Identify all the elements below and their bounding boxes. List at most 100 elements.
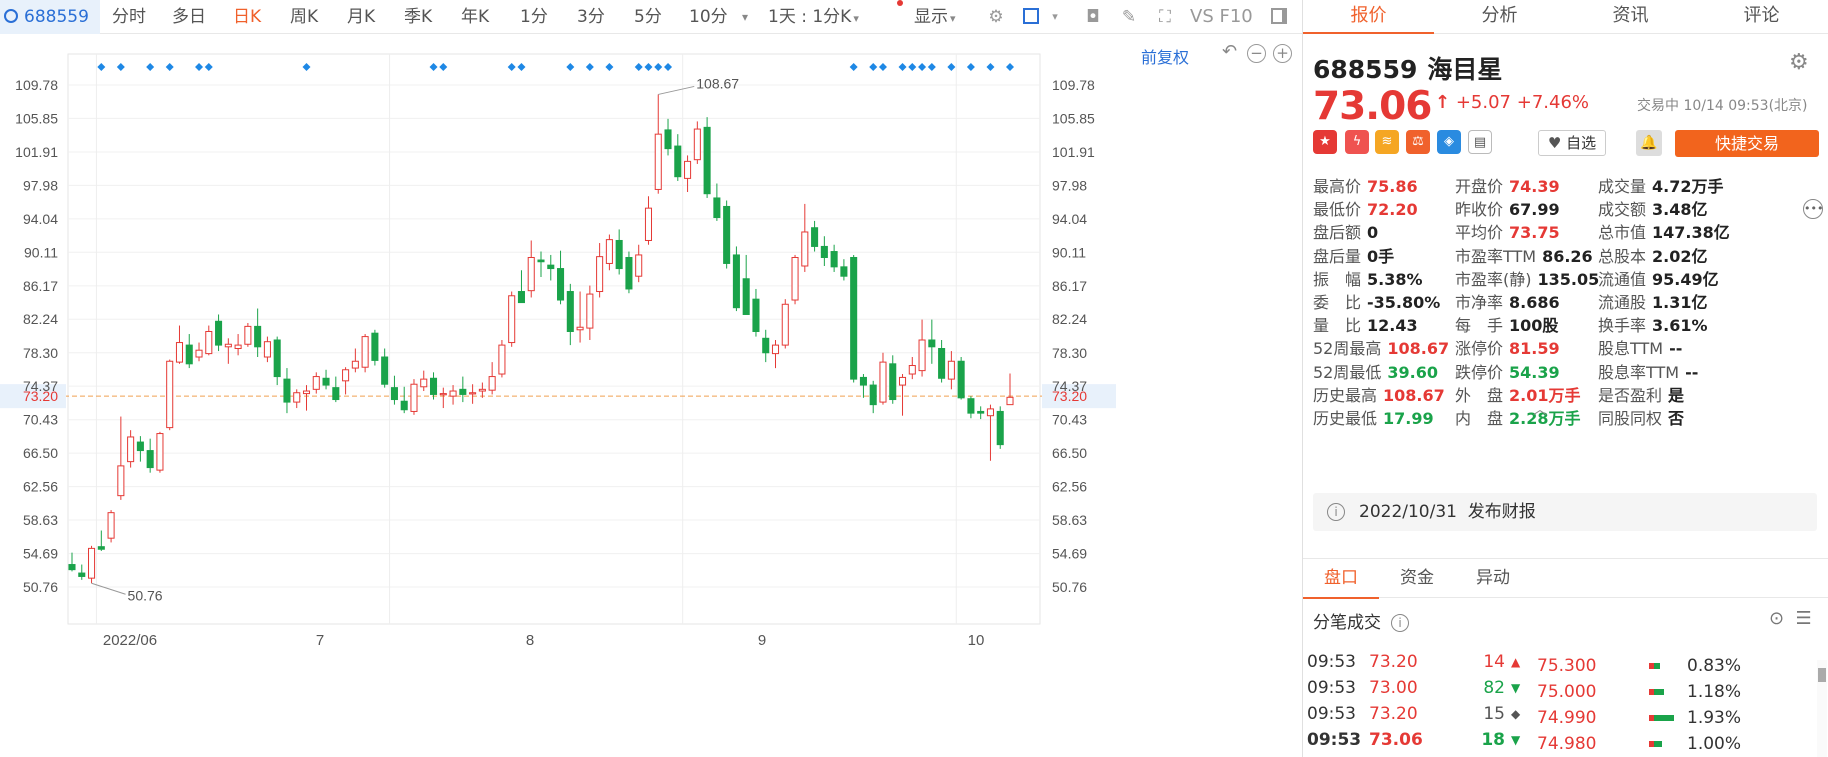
candle-up-body	[449, 390, 457, 397]
candle	[146, 438, 154, 473]
trade-row: 09:53 73.20 14 ▲	[1303, 648, 1563, 676]
stat-row: 总股本 2.02亿	[1598, 246, 1708, 268]
stat-label: 52周最高	[1313, 339, 1382, 359]
camera-icon[interactable]: ◘	[1082, 6, 1104, 28]
stat-row: 开盘价 74.39	[1455, 176, 1560, 198]
candle	[576, 291, 584, 343]
pen-icon[interactable]: ✎	[1118, 6, 1140, 28]
more-icon[interactable]: •••	[1803, 199, 1823, 219]
price-level-row: 74.980 1.00%	[1533, 730, 1828, 757]
bookmark-icon[interactable]: ▤	[1468, 130, 1492, 154]
stock-title: 688559 海目星	[1313, 50, 1502, 86]
stat-row: 是否盈利是	[1598, 385, 1684, 407]
list-icon[interactable]: ☰	[1796, 608, 1812, 629]
stat-label: 股息TTM	[1598, 339, 1664, 359]
interval-select[interactable]: 1天 : 1分K ▾	[768, 0, 859, 34]
checkbox-square	[1023, 8, 1039, 24]
chevron-down-icon[interactable]: ▾	[1044, 6, 1066, 28]
candle-up-body	[879, 361, 887, 403]
price-tick-left: 74.37	[23, 378, 58, 394]
period-multiday[interactable]: 多日	[172, 0, 206, 34]
earnings-notice[interactable]: i 2022/10/31 发布财报	[1313, 493, 1817, 531]
scrollbar[interactable]	[1817, 660, 1827, 757]
tab-news[interactable]: 资讯	[1565, 0, 1696, 34]
candle	[703, 117, 711, 198]
tab-quote[interactable]: 报价	[1303, 0, 1434, 34]
undo-icon[interactable]: ↶	[1220, 43, 1239, 63]
period-daily-k[interactable]: 日K	[233, 0, 261, 34]
period-3min[interactable]: 3分	[577, 0, 605, 34]
candle	[957, 357, 965, 400]
display-menu[interactable]: 显示 ▾	[914, 0, 956, 34]
quick-trade-button[interactable]: 快捷交易	[1675, 130, 1819, 157]
period-10min[interactable]: 10分	[689, 0, 728, 34]
zoom-out-icon[interactable]: −	[1247, 44, 1266, 63]
tab-comments[interactable]: 评论	[1696, 0, 1827, 34]
settings-icon[interactable]: ⚙	[985, 6, 1007, 28]
stat-row: 换手率 3.61%	[1598, 315, 1708, 337]
candle	[449, 385, 457, 405]
price-level-row: 74.990 1.93%	[1533, 704, 1828, 732]
candle	[283, 368, 291, 414]
candle-up-body	[361, 336, 369, 368]
kline-chart[interactable]: 73.20 73.20 109.78 105.85 101.91 97.98 94.04 9…	[0, 34, 1302, 757]
tab-movement[interactable]: 异动	[1455, 559, 1531, 599]
stat-row: 同股同权否	[1598, 408, 1684, 430]
adjust-mode-button[interactable]: 前复权	[1141, 44, 1189, 68]
candle	[68, 552, 76, 572]
trade-direction-icon: ◆	[1511, 707, 1521, 721]
more-icon[interactable]: ⊙	[1769, 608, 1784, 629]
candle	[224, 338, 232, 364]
stat-value: 0	[1367, 223, 1379, 243]
stat-value: -35.80%	[1367, 293, 1441, 312]
candle-down-body	[68, 564, 76, 571]
coins-icon[interactable]: ≋	[1375, 130, 1399, 154]
add-watchlist-button[interactable]: ♥ 自选	[1538, 130, 1606, 156]
stat-label: 市净率	[1455, 293, 1504, 312]
candle	[342, 367, 350, 395]
china-flag-icon[interactable]: ★	[1313, 130, 1337, 154]
stock-code-tab[interactable]: 688559	[0, 0, 100, 34]
bell-icon[interactable]: 🔔	[1636, 130, 1662, 156]
x-axis-label: 7	[316, 632, 324, 649]
period-5min[interactable]: 5分	[634, 0, 662, 34]
candle-up-body	[117, 465, 125, 497]
stat-value: 95.49亿	[1652, 269, 1719, 289]
period-weekly-k[interactable]: 周K	[290, 0, 318, 34]
lightning-icon[interactable]: ϟ	[1345, 130, 1369, 154]
trade-time: 09:53	[1307, 652, 1356, 672]
level-percent: 1.93%	[1687, 708, 1742, 728]
candle	[664, 118, 672, 156]
chevron-down-icon[interactable]: ▾	[742, 0, 748, 34]
tag-icon[interactable]: ◈	[1437, 130, 1461, 154]
fullscreen-icon[interactable]: ⛶	[1154, 6, 1176, 28]
period-1min[interactable]: 1分	[520, 0, 548, 34]
candle	[263, 336, 271, 363]
x-axis-label: 9	[758, 632, 766, 649]
stat-value: 2.02亿	[1652, 246, 1708, 266]
candle-up-body	[605, 239, 613, 264]
tab-orderbook[interactable]: 盘口	[1303, 559, 1379, 599]
info-icon[interactable]: i	[1391, 614, 1409, 632]
candle-up-body	[224, 343, 232, 348]
panel-toggle-icon[interactable]	[1268, 6, 1290, 28]
trade-row: 09:53 73.20 15 ◆	[1303, 700, 1563, 728]
checkbox-icon[interactable]	[1020, 6, 1042, 28]
period-monthly-k[interactable]: 月K	[347, 0, 375, 34]
scrollbar-thumb[interactable]	[1818, 668, 1826, 682]
period-yearly-k[interactable]: 年K	[461, 0, 489, 34]
period-quarterly-k[interactable]: 季K	[404, 0, 432, 34]
scale-icon[interactable]: ⚖	[1406, 130, 1430, 154]
zoom-in-icon[interactable]: +	[1273, 44, 1292, 63]
period-minute[interactable]: 分时	[112, 0, 146, 34]
vs-f10-button[interactable]: VS F10	[1190, 0, 1253, 34]
earnings-date: 2022/10/31	[1359, 502, 1457, 522]
tab-capital[interactable]: 资金	[1379, 559, 1455, 599]
stat-label: 内 盘	[1455, 409, 1504, 428]
stat-value: 3.48亿	[1652, 200, 1708, 220]
stat-row: 量 比 12.43	[1313, 315, 1418, 337]
collapse-chevron-icon[interactable]: ︿	[1533, 399, 1547, 419]
tab-analysis[interactable]: 分析	[1434, 0, 1565, 34]
gear-icon[interactable]: ⚙	[1789, 50, 1809, 75]
candle-down-body	[517, 291, 525, 304]
